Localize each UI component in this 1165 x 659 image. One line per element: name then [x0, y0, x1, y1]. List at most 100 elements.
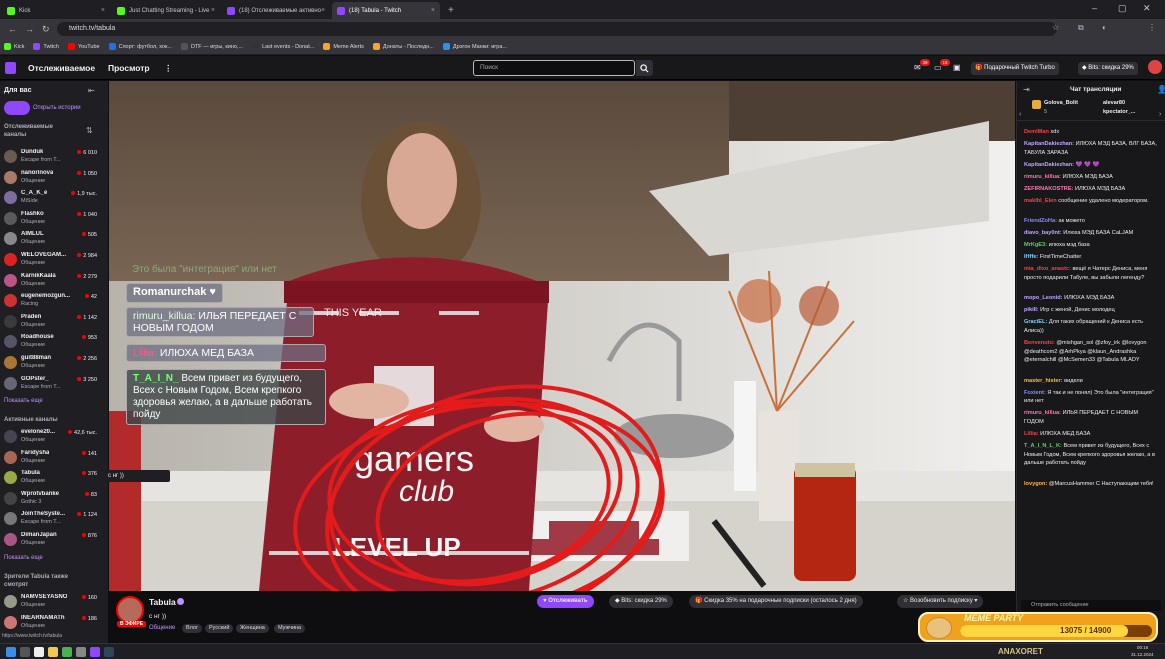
- streamer-name[interactable]: Tabula: [149, 597, 176, 607]
- chat-username[interactable]: master_hister:: [1024, 378, 1063, 384]
- chat-username[interactable]: maklbl_Elen: [1024, 198, 1057, 204]
- close-icon[interactable]: ×: [431, 7, 435, 14]
- chat-username[interactable]: KapitanDakiezhan:: [1024, 141, 1074, 147]
- chat-username[interactable]: mopo_Leonid:: [1024, 295, 1063, 301]
- channel-item[interactable]: NAMVSEYASNO Общение 160: [0, 592, 108, 612]
- chat-username[interactable]: KapitanDakiezhan:: [1024, 162, 1074, 168]
- channel-item[interactable]: Praden Общение 1 142: [0, 312, 108, 332]
- folder-icon[interactable]: [48, 647, 58, 657]
- chat-username[interactable]: mia_dixo_anastc:: [1024, 266, 1071, 272]
- extensions-icon[interactable]: ⧉: [1078, 23, 1084, 33]
- minimize-icon[interactable]: –: [1092, 3, 1097, 13]
- profile-icon[interactable]: ◐: [1102, 23, 1107, 32]
- chat-username[interactable]: rimuru_killua:: [1024, 410, 1061, 416]
- channel-item[interactable]: guit88man Общение 2 256: [0, 353, 108, 373]
- chat-username[interactable]: T_A_I_N_L_K:: [1024, 443, 1062, 449]
- yandex-icon[interactable]: [34, 647, 44, 657]
- twitch-turbo-button[interactable]: 🎁 Подарочный Twitch Turbo: [971, 62, 1059, 75]
- chrome-icon[interactable]: [62, 647, 72, 657]
- channel-item[interactable]: INEARNAMATh Общение 186: [0, 613, 108, 633]
- following-link[interactable]: Отслеживаемое: [28, 63, 95, 73]
- back-icon[interactable]: ←: [8, 24, 17, 34]
- prime-icon[interactable]: ▣: [953, 63, 961, 72]
- twitch-logo-icon[interactable]: [5, 62, 16, 74]
- windows-start-icon[interactable]: [6, 647, 16, 657]
- forward-icon[interactable]: →: [25, 24, 34, 34]
- tag[interactable]: Влог: [182, 624, 203, 633]
- tag[interactable]: Мужчина: [274, 624, 306, 633]
- chat-username[interactable]: Lillia:: [1024, 431, 1039, 437]
- stories-avatars[interactable]: [4, 101, 30, 115]
- channel-item[interactable]: evelone20... Общение 42,6 тыс.: [0, 427, 108, 447]
- app-icon[interactable]: [76, 647, 86, 657]
- browser-tab[interactable]: (18) Отслеживаемые активно ×: [222, 2, 330, 19]
- menu-icon[interactable]: ⋮: [1148, 23, 1156, 32]
- channel-item[interactable]: eugenemozgun... Racing 42: [0, 291, 108, 311]
- close-icon[interactable]: ×: [321, 7, 325, 14]
- bookmark[interactable]: Last events - Donat...: [252, 43, 314, 50]
- channel-item[interactable]: GOPster_ Escape from T... 3 250: [0, 374, 108, 394]
- browser-tab[interactable]: Just Chatting Streaming - Live ×: [112, 2, 220, 19]
- show-more-link[interactable]: Показать еще: [4, 555, 43, 561]
- bookmark[interactable]: Twitch: [33, 43, 59, 50]
- channel-item[interactable]: Tabula Общение 376: [0, 468, 108, 488]
- search-icon[interactable]: [20, 647, 30, 657]
- maximize-icon[interactable]: ▢: [1118, 3, 1127, 14]
- chevron-left-icon[interactable]: ‹: [1019, 111, 1021, 118]
- browser-tab[interactable]: Kick ×: [2, 2, 110, 19]
- browser-tab-active[interactable]: (18) Tabula - Twitch ×: [332, 2, 440, 19]
- channel-item[interactable]: Dunduk Escape from T... 6 010: [0, 147, 108, 167]
- channel-item[interactable]: DimanJapan Общение 876: [0, 530, 108, 550]
- tag[interactable]: Русский: [205, 624, 234, 633]
- chat-username[interactable]: DemiMan: [1024, 129, 1049, 135]
- channel-item[interactable]: WELOVEGAM... Общение 2 984: [0, 250, 108, 270]
- chat-username[interactable]: diavo_bay0nt:: [1024, 230, 1062, 236]
- collapse-icon[interactable]: ⇤: [88, 86, 95, 95]
- channel-item[interactable]: C_A_K_e MiSide 1,9 тыс.: [0, 188, 108, 208]
- tag[interactable]: Женщина: [236, 624, 269, 633]
- bookmark[interactable]: Донаты - Последн...: [372, 43, 434, 50]
- bits-button[interactable]: ◆ Bits: скидка 29%: [1078, 62, 1138, 75]
- leader-name[interactable]: Golova_Bolit: [1044, 100, 1078, 106]
- search-input[interactable]: Поиск: [473, 60, 635, 76]
- channel-item[interactable]: JoinTheSyste... Escape from T... 1 124: [0, 509, 108, 529]
- bits-discount-button[interactable]: ◆ Bits: скидка 29%: [609, 595, 673, 608]
- channel-item[interactable]: Wprotvbanke Gothic 3 83: [0, 489, 108, 509]
- star-icon[interactable]: ☆: [1052, 23, 1059, 32]
- chat-username[interactable]: rimuru_killua:: [1024, 174, 1061, 180]
- channel-item[interactable]: AIMLUL Общение 505: [0, 229, 108, 249]
- chat-input[interactable]: Отправить сообщение: [1021, 600, 1161, 611]
- browse-link[interactable]: Просмотр: [108, 63, 150, 73]
- leader-name[interactable]: alevar80: [1103, 100, 1125, 106]
- channel-item[interactable]: Roadhouse Общение 953: [0, 332, 108, 352]
- chat-users-icon[interactable]: 👤: [1157, 85, 1165, 94]
- resubscribe-button[interactable]: ☆ Возобновить подписку ▾: [897, 595, 984, 608]
- steam-icon[interactable]: [104, 647, 114, 657]
- new-tab-button[interactable]: +: [442, 2, 460, 19]
- avatar[interactable]: [1148, 60, 1162, 74]
- bookmark[interactable]: DTF — игры, кино,...: [180, 43, 243, 50]
- sort-icon[interactable]: ⇅: [86, 126, 93, 135]
- gift-subs-button[interactable]: 🎁 Скидка 35% на подарочные подписки (ост…: [689, 595, 863, 608]
- chat-username[interactable]: lHffe:: [1024, 254, 1038, 260]
- stream-category[interactable]: Общение: [149, 625, 175, 631]
- channel-item[interactable]: nanorinova Общение 1 050: [0, 168, 108, 188]
- chat-username[interactable]: FriendZoHa:: [1024, 218, 1057, 224]
- bookmark[interactable]: Дрэгон Манки: игра...: [442, 43, 507, 50]
- channel-item[interactable]: Flashko Общение 1 040: [0, 209, 108, 229]
- open-stories-link[interactable]: Открыть истории: [33, 105, 81, 111]
- chat-username[interactable]: ZEFIRNAKOSTRE:: [1024, 186, 1073, 192]
- collapse-chat-icon[interactable]: ⇥: [1023, 85, 1030, 94]
- bookmark[interactable]: YouTube: [67, 43, 100, 50]
- bookmark[interactable]: Kick: [4, 43, 24, 50]
- follow-button[interactable]: ♥ Отслеживать: [537, 595, 594, 608]
- reload-icon[interactable]: ↻: [42, 24, 50, 35]
- close-icon[interactable]: ×: [211, 7, 215, 14]
- bookmark[interactable]: Meme Alerts: [323, 43, 364, 50]
- video-player[interactable]: THIS YEAR gamers club LEVEL UP Это была …: [109, 81, 1015, 591]
- chat-username[interactable]: Foxient:: [1024, 390, 1046, 396]
- chat-username[interactable]: MrKgE3:: [1024, 242, 1047, 248]
- chat-username[interactable]: lovygon:: [1024, 481, 1047, 487]
- window-close-icon[interactable]: ✕: [1143, 3, 1151, 14]
- show-more-link[interactable]: Показать еще: [4, 398, 43, 404]
